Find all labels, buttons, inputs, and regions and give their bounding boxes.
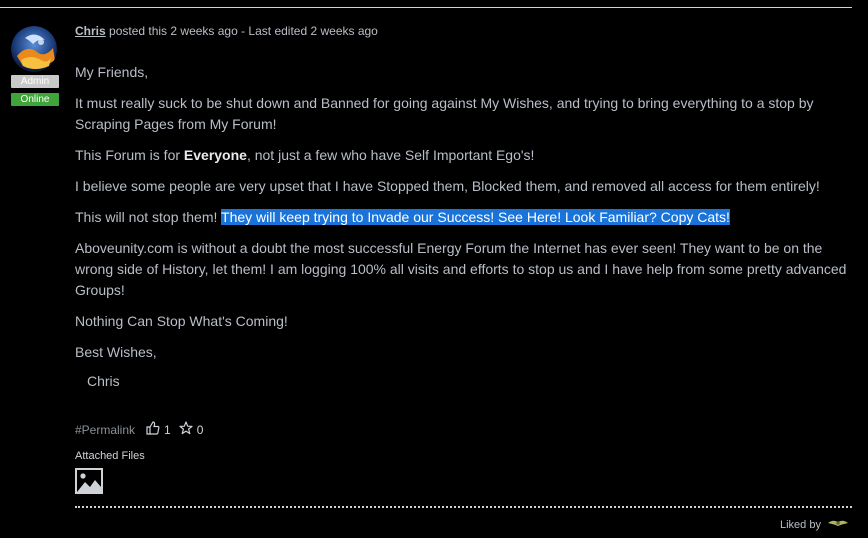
- post-actions: #Permalink 1 0: [75, 421, 211, 439]
- star-icon[interactable]: [179, 421, 193, 439]
- paragraph-2-bold: Everyone: [183, 147, 247, 163]
- star-count: 0: [196, 423, 204, 437]
- paragraph-4-text: This will not stop them!: [75, 209, 222, 225]
- author-avatar[interactable]: [11, 26, 57, 72]
- avatar-image: [11, 26, 57, 72]
- post-body: My Friends, It must really suck to be sh…: [75, 62, 855, 402]
- closing-line: Best Wishes,: [75, 344, 157, 360]
- paragraph-4: This will not stop them! They will keep …: [75, 207, 855, 228]
- top-divider: [0, 7, 852, 8]
- paragraph-2-text-a: This Forum is for: [75, 147, 184, 163]
- signature: Chris: [87, 373, 120, 389]
- liked-by-label: Liked by: [780, 518, 821, 531]
- attached-files-label: Attached Files: [75, 450, 145, 462]
- image-icon[interactable]: [75, 468, 103, 494]
- dotted-divider: [75, 506, 852, 508]
- liked-by: Liked by: [780, 518, 849, 531]
- online-status-badge: Online: [11, 93, 59, 106]
- highlighted-text-selection[interactable]: They will keep trying to Invade our Succ…: [221, 209, 730, 225]
- permalink-link[interactable]: #Permalink: [75, 422, 135, 438]
- greeting-paragraph: My Friends,: [75, 64, 149, 80]
- post-meta: Chris posted this 2 weeks ago - Last edi…: [75, 24, 378, 38]
- paragraph-2-text-b: , not just a few who have Self Important…: [246, 147, 535, 163]
- thumbs-up-icon[interactable]: [146, 421, 160, 439]
- paragraph-5: Aboveunity.com is without a doubt the mo…: [75, 240, 847, 298]
- paragraph-3: I believe some people are very upset tha…: [75, 178, 820, 194]
- paragraph-1: It must really suck to be shut down and …: [75, 95, 814, 132]
- like-count: 1: [164, 423, 171, 437]
- author-link[interactable]: Chris: [75, 24, 106, 38]
- paragraph-6: Nothing Can Stop What's Coming!: [75, 313, 288, 329]
- liker-avatar-icon[interactable]: [827, 518, 849, 531]
- admin-badge: Admin: [11, 75, 59, 88]
- post-meta-text: posted this 2 weeks ago - Last edited 2 …: [105, 24, 378, 38]
- paragraph-2: This Forum is for Everyone, not just a f…: [75, 145, 855, 166]
